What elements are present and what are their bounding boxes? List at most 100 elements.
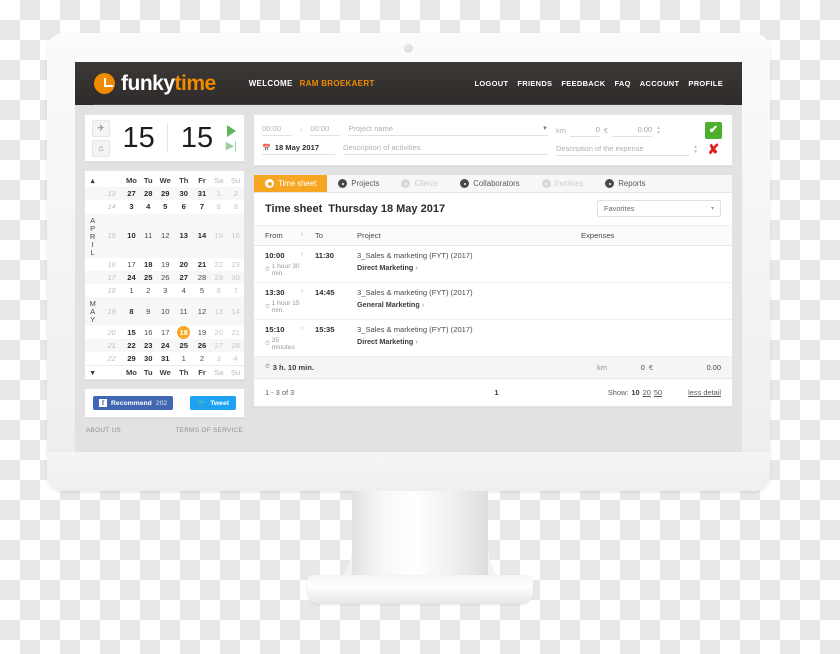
calendar-day-cell[interactable]: 15: [123, 326, 140, 339]
calendar-day-cell[interactable]: 20: [174, 258, 194, 271]
tab-collaborators[interactable]: Collaborators: [449, 175, 530, 192]
calendar-day-cell[interactable]: 1: [210, 187, 228, 201]
calendar-day-cell[interactable]: 6: [174, 200, 194, 213]
calendar-day-cell[interactable]: 24: [123, 270, 140, 285]
calendar-day-cell[interactable]: 26: [193, 338, 211, 352]
nav-item-account[interactable]: ACCOUNT: [640, 79, 680, 88]
calendar-day-cell[interactable]: 21: [194, 258, 211, 271]
calendar-day-cell[interactable]: 27: [173, 270, 194, 285]
expense-description-input[interactable]: Description of the expense: [556, 144, 690, 156]
calendar-day-cell[interactable]: 24: [156, 338, 174, 352]
calendar-day-cell[interactable]: 3: [123, 200, 140, 213]
nav-item-profile[interactable]: PROFILE: [688, 79, 723, 88]
calendar-day-cell[interactable]: 14: [193, 213, 211, 258]
calendar-day-cell[interactable]: 9: [227, 200, 244, 213]
calendar-day-cell[interactable]: 9: [139, 297, 157, 326]
calendar-day-cell[interactable]: 29: [210, 270, 228, 285]
skip-icon[interactable]: ▶|: [226, 140, 237, 152]
stepper-up-icon[interactable]: ▲ ▼: [656, 125, 661, 136]
row-task-name[interactable]: Direct Marketing ›: [357, 337, 581, 346]
calendar-day-cell[interactable]: 12: [193, 297, 211, 326]
calendar-day-cell[interactable]: 4: [174, 284, 194, 297]
from-time-input[interactable]: 00:00: [262, 125, 292, 136]
calendar-day-cell[interactable]: 8: [210, 200, 227, 213]
calendar-day-cell[interactable]: 31: [193, 187, 211, 201]
calendar-day-cell[interactable]: 4: [140, 200, 157, 213]
less-detail-link[interactable]: less detail: [688, 388, 721, 397]
calendar-day-cell[interactable]: 25: [139, 270, 157, 285]
table-row[interactable]: 15:10 ⏱ 25 minutes › 15:35 3_Sales & marketin…: [254, 320, 732, 357]
calendar-day-cell[interactable]: 12: [156, 213, 174, 258]
calendar-day-cell[interactable]: 23: [139, 338, 157, 352]
project-name-select[interactable]: Project name ▼: [348, 125, 548, 136]
calendar-day-cell[interactable]: 3: [157, 284, 174, 297]
calendar-day-cell[interactable]: 11: [173, 297, 194, 326]
cancel-entry-button[interactable]: ✘: [705, 141, 722, 158]
calendar-day-cell[interactable]: 7: [227, 284, 244, 297]
table-row[interactable]: 13:30 ⏱ 1 hour 15 min. › 14:45 3_Sales & mark…: [254, 283, 732, 320]
airplane-icon[interactable]: ✈: [92, 119, 110, 137]
tab-projects[interactable]: Projects: [327, 175, 390, 192]
calendar-day-cell[interactable]: 20: [210, 326, 227, 339]
nav-item-logout[interactable]: LOGOUT: [474, 79, 508, 88]
km-input[interactable]: 0: [569, 125, 600, 137]
calendar-day-cell[interactable]: 13: [173, 213, 194, 258]
calendar-day-cell[interactable]: 28: [139, 187, 157, 201]
calendar-day-cell[interactable]: 7: [194, 200, 211, 213]
to-time-input[interactable]: 00:00: [310, 125, 341, 136]
calendar-day-cell[interactable]: 5: [194, 284, 211, 297]
calendar-day-cell[interactable]: 8: [123, 297, 140, 326]
calendar-day-cell[interactable]: 10: [123, 213, 140, 258]
calendar-day-cell[interactable]: 6: [210, 284, 227, 297]
calendar-day-cell[interactable]: 29: [123, 352, 140, 366]
calendar-day-cell[interactable]: 2: [140, 284, 157, 297]
tab-reports[interactable]: Reports: [594, 175, 656, 192]
calendar-day-cell[interactable]: 26: [156, 270, 174, 285]
page-size-option-50[interactable]: 50: [654, 388, 662, 397]
nav-item-friends[interactable]: FRIENDS: [517, 79, 552, 88]
calendar-day-cell[interactable]: 30: [227, 270, 244, 285]
calendar-day-cell[interactable]: 3: [210, 352, 227, 366]
home-icon[interactable]: ⌂: [92, 139, 110, 157]
calendar-day-cell[interactable]: 30: [140, 352, 157, 366]
calendar-next-icon[interactable]: ▾: [85, 366, 100, 380]
calendar-day-cell[interactable]: 4: [227, 352, 244, 366]
calendar-day-cell[interactable]: 31: [157, 352, 174, 366]
calendar-day-cell[interactable]: 5: [157, 200, 174, 213]
nav-item-feedback[interactable]: FEEDBACK: [561, 79, 605, 88]
calendar-day-cell[interactable]: 22: [123, 338, 140, 352]
calendar-day-cell[interactable]: 16: [227, 213, 244, 258]
activity-description-input[interactable]: Description of activities: [343, 144, 548, 155]
row-task-name[interactable]: Direct Marketing ›: [357, 263, 581, 272]
table-row[interactable]: 10:00 ⏱ 1 hour 30 min. › 11:30 3_Sales & mark…: [254, 246, 732, 283]
logo[interactable]: funkytime: [94, 72, 216, 96]
terms-of-service-link[interactable]: TERMS OF SERVICE: [175, 427, 243, 434]
calendar-day-cell[interactable]: 19: [194, 326, 211, 339]
calendar-day-cell[interactable]: 18: [174, 325, 194, 339]
calendar-prev-icon[interactable]: ▴: [85, 174, 100, 187]
calendar-day-cell[interactable]: 21: [227, 326, 244, 339]
date-picker[interactable]: 📅 18 May 2017: [262, 144, 335, 155]
twitter-tweet-button[interactable]: 🐦 Tweet: [190, 396, 236, 411]
favorites-dropdown[interactable]: Favorites ▾: [597, 200, 721, 217]
calendar-day-cell[interactable]: 16: [140, 326, 157, 339]
calendar-day-cell[interactable]: 2: [227, 187, 244, 201]
calendar-day-cell[interactable]: 23: [227, 258, 244, 271]
calendar-day-cell[interactable]: 11: [139, 213, 157, 258]
nav-item-faq[interactable]: FAQ: [614, 79, 630, 88]
pagination-current-page[interactable]: 1: [385, 388, 608, 397]
calendar-day-cell[interactable]: 2: [194, 352, 211, 366]
calendar-day-cell[interactable]: 17: [157, 326, 174, 339]
about-us-link[interactable]: ABOUT US: [86, 427, 121, 434]
stepper-down-icon[interactable]: ▼: [656, 130, 661, 136]
page-size-option-10[interactable]: 10: [631, 388, 639, 397]
calendar-day-cell[interactable]: 18: [140, 258, 157, 271]
calendar-day-cell[interactable]: 27: [210, 338, 228, 352]
row-task-name[interactable]: General Marketing ›: [357, 300, 581, 309]
calendar-day-cell[interactable]: 15: [210, 213, 228, 258]
calendar-day-cell[interactable]: 19: [157, 258, 174, 271]
page-size-option-20[interactable]: 20: [643, 388, 651, 397]
calendar-day-cell[interactable]: 28: [193, 270, 211, 285]
facebook-recommend-button[interactable]: f Recommend 202: [93, 396, 174, 411]
calendar-day-cell[interactable]: 28: [227, 338, 244, 352]
